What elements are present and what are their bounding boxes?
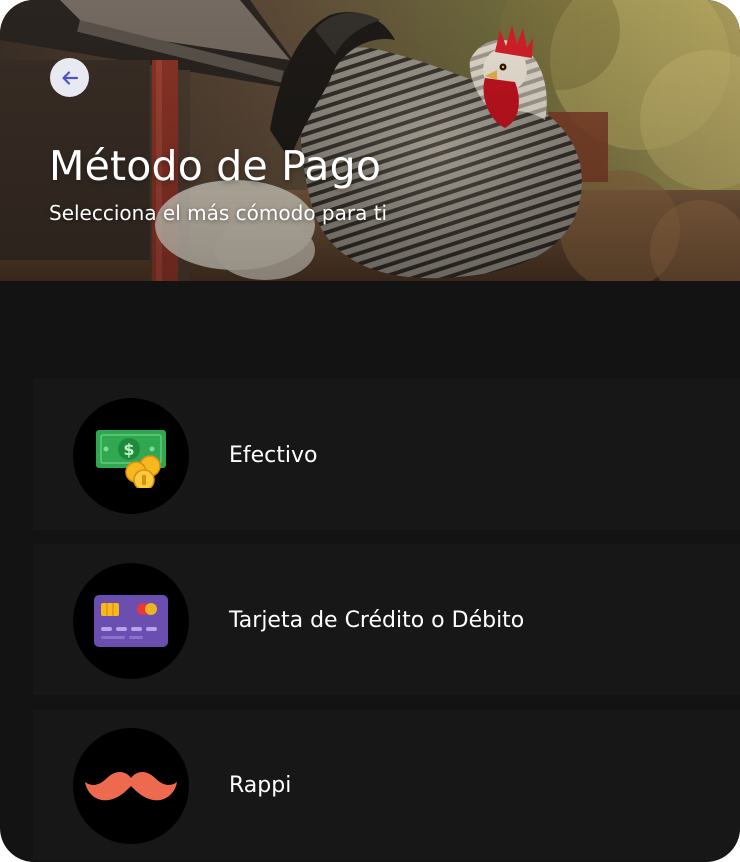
rooster-photo xyxy=(0,0,740,281)
payment-method-screen: Método de Pago Selecciona el más cómodo … xyxy=(0,0,740,862)
payment-option-icon-container: $ xyxy=(73,398,189,514)
payment-option-label: Efectivo xyxy=(229,442,318,468)
payment-option-icon-container xyxy=(73,728,189,844)
payment-option-rappi[interactable]: Rappi xyxy=(33,710,740,860)
payment-option-cash[interactable]: $ Efectivo xyxy=(33,380,740,530)
payment-option-label: Rappi xyxy=(229,772,292,798)
payment-option-label: Tarjeta de Crédito o Débito xyxy=(229,607,525,633)
arrow-left-icon xyxy=(61,70,78,85)
payment-method-list: $ Efectivo Tarjeta de Crédito o Débito R… xyxy=(33,380,740,862)
credit-card-icon xyxy=(94,595,168,647)
page-title: Método de Pago xyxy=(49,142,382,190)
hero-banner: Método de Pago Selecciona el más cómodo … xyxy=(0,0,740,281)
back-button[interactable] xyxy=(50,58,89,97)
svg-text:$: $ xyxy=(123,440,134,459)
payment-option-card[interactable]: Tarjeta de Crédito o Débito xyxy=(33,545,740,695)
cash-icon: $ xyxy=(96,430,166,488)
payment-option-icon-container xyxy=(73,563,189,679)
mustache-icon xyxy=(85,772,177,801)
page-subtitle: Selecciona el más cómodo para ti xyxy=(49,201,388,225)
